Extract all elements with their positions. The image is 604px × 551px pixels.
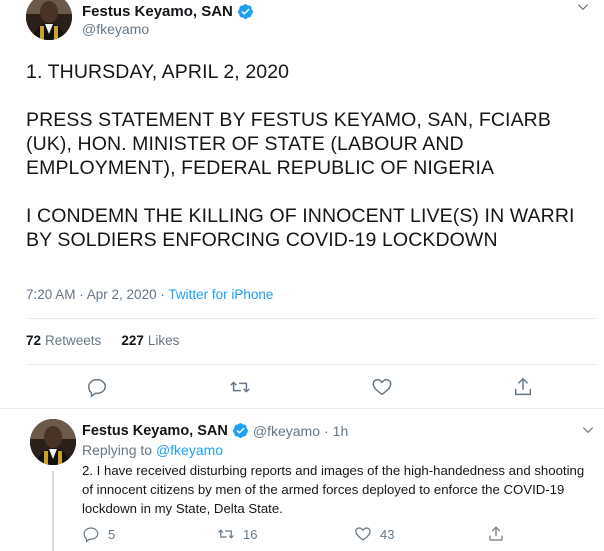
retweet-count: 16 [243, 526, 258, 542]
reply-action-bar: 5 16 43 [82, 525, 592, 545]
like-count: 43 [380, 526, 395, 542]
share-icon [489, 526, 503, 541]
engagement-stats: 72 Retweets 227 Likes [26, 333, 179, 348]
reply-icon[interactable] [86, 376, 108, 398]
reply-retweet-button[interactable]: 16 [217, 525, 257, 543]
reply-tweet[interactable]: Festus Keyamo, SAN @fkeyamo · 1h Replyin… [0, 409, 604, 551]
tweet-detail-page: Festus Keyamo, SAN @fkeyamo 1. THURSDAY,… [0, 0, 604, 551]
reply-icon [83, 527, 99, 543]
reply-like-button[interactable]: 43 [354, 525, 394, 543]
like-icon[interactable] [371, 376, 393, 398]
reply-author-name[interactable]: Festus Keyamo, SAN [82, 423, 228, 439]
avatar-portrait-icon [30, 419, 76, 465]
tweet-action-bar [0, 376, 604, 400]
verified-badge-icon [237, 4, 253, 19]
tweet-paragraph: I CONDEMN THE KILLING OF INNOCENT LIVE(S… [26, 205, 575, 251]
divider [26, 318, 598, 319]
separator-dot: · [323, 422, 329, 439]
share-icon[interactable] [512, 376, 534, 398]
reply-reply-button[interactable]: 5 [82, 525, 115, 543]
tweet-metadata: 7:20 AM · Apr 2, 2020 · Twitter for iPho… [26, 287, 273, 302]
reply-author-avatar[interactable] [30, 419, 76, 465]
likes-stat[interactable]: 227 Likes [121, 333, 179, 348]
reply-text: 2. I have received disturbing reports an… [82, 463, 585, 516]
tweet-body: 1. THURSDAY, APRIL 2, 2020 PRESS STATEME… [26, 60, 586, 252]
main-tweet: Festus Keyamo, SAN @fkeyamo 1. THURSDAY,… [0, 0, 604, 409]
tweet-timestamp[interactable]: 7:20 AM · Apr 2, 2020 · [26, 287, 168, 302]
reply-header: Festus Keyamo, SAN @fkeyamo · 1h [82, 422, 348, 439]
retweet-icon [218, 529, 234, 539]
chevron-down-icon[interactable] [581, 423, 595, 437]
retweet-icon[interactable] [229, 376, 251, 398]
replying-to-handle[interactable]: @fkeyamo [156, 442, 223, 458]
avatar-portrait-icon [26, 0, 72, 40]
like-icon [355, 527, 371, 541]
thread-line [52, 471, 54, 551]
author-avatar[interactable] [26, 0, 72, 40]
author-name[interactable]: Festus Keyamo, SAN [82, 3, 254, 20]
author-handle[interactable]: @fkeyamo [82, 21, 149, 37]
replying-to: Replying to @fkeyamo [82, 442, 224, 458]
tweet-source-link[interactable]: Twitter for iPhone [168, 287, 273, 302]
reply-author-handle[interactable]: @fkeyamo [253, 423, 320, 439]
reply-count: 5 [108, 526, 116, 542]
tweet-paragraph: 1. THURSDAY, APRIL 2, 2020 [26, 61, 290, 83]
verified-badge-icon [232, 423, 248, 438]
chevron-down-icon[interactable] [576, 0, 590, 14]
reply-share-button[interactable] [487, 525, 505, 543]
tweet-paragraph: PRESS STATEMENT BY FESTUS KEYAMO, SAN, F… [26, 109, 551, 179]
reply-age[interactable]: 1h [333, 423, 349, 439]
retweets-stat[interactable]: 72 Retweets [26, 333, 101, 348]
divider [26, 364, 598, 365]
